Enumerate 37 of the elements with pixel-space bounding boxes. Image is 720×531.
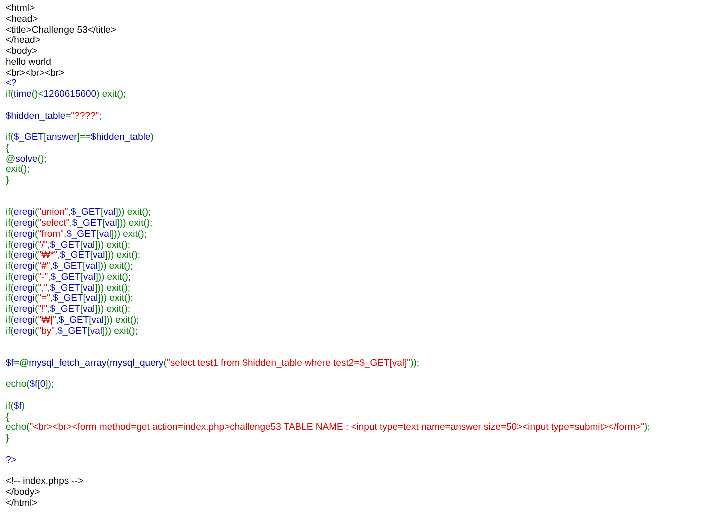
code-line: if(eregi("from",$_GET[val])) exit(); [6,228,147,240]
code-line: if(eregi("-",$_GET[val])) exit(); [6,272,132,283]
code-line: <!-- index.phps --> [6,476,84,487]
code-line: <body> [6,46,38,57]
code-line: <html> [6,3,36,14]
code-line: </body> [6,486,40,498]
code-line: if(eregi("#",$_GET[val])) exit(); [6,261,134,272]
code-line: $f=@mysql_fetch_array(mysql_query("select test1 from $hidden_table where test2=$_GET[val]")); [6,358,420,369]
code-line: } [6,175,10,186]
code-line: if(eregi("by",$_GET[val])) exit(); [6,326,138,336]
code-line: echo("<br><br><form method=get action=index.php>challenge53 TABLE NAME : <input type=text name=answer size=50><input type=submit></form>"); [6,422,650,434]
code-line: ?> [6,454,17,466]
code-line: if(eregi("select",$_GET[val])) exit(); [6,218,153,229]
code-line: if(eregi("!",$_GET[val])) exit(); [6,304,131,315]
code-line: hello world [6,56,52,68]
code-line: <head> [6,14,38,25]
code-line: if(eregi(",",$_GET[val])) exit(); [6,282,131,294]
code-line: if(time()<1260615600) exit(); [6,89,126,100]
code-line: $hidden_table="????"; [6,110,102,122]
code-line: { [6,142,10,154]
code-line: @solve(); [6,154,47,164]
code-line: if($f) [6,400,26,412]
code-line: <title>Challenge 53</title> [6,24,116,36]
code-line: </html> [6,498,38,508]
code-line: } [6,433,10,444]
code-line: if(eregi("union",$_GET[val])) exit(); [6,207,152,218]
code-line: if($_GET[answer]==$hidden_table) [6,132,154,143]
code-line: if(eregi("₩*",$_GET[val])) exit(); [6,250,141,262]
code-line: if(eregi("=",$_GET[val])) exit(); [6,293,134,304]
code-line: echo($f[0]); [6,379,54,390]
code-line: <? [6,78,17,90]
code-line: </head> [6,35,41,46]
code-line: <br><br><br> [6,68,65,78]
code-line: exit(); [6,164,30,176]
code-line: if(eregi("/",$_GET[val])) exit(); [6,240,131,250]
code-line: { [6,412,10,422]
code-line: if(eregi("₩|",$_GET[val])) exit(); [6,314,140,326]
